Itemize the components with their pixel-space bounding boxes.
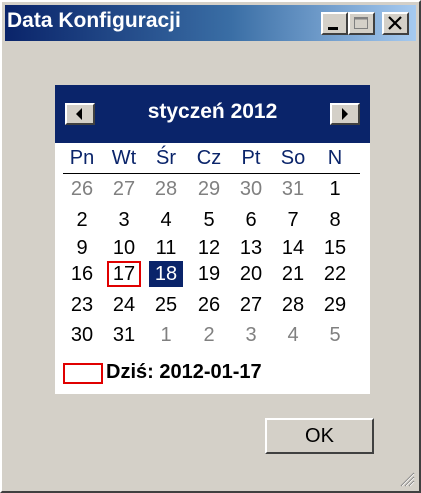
next-month-button[interactable]: [330, 103, 360, 125]
calendar-day[interactable]: 2: [65, 207, 99, 233]
right-arrow-icon: [342, 108, 348, 120]
calendar-day[interactable]: 30: [65, 322, 99, 348]
calendar-day[interactable]: 17: [107, 261, 141, 287]
weekday-label: N: [327, 147, 343, 169]
today-marker-legend: [63, 363, 103, 384]
calendar-day[interactable]: 23: [65, 292, 99, 318]
dialog-window: Data Konfiguracji styczeń 2012 Pn Wt Śr …: [0, 0, 421, 493]
calendar-day[interactable]: 21: [276, 261, 310, 287]
weekday-label: Cz: [196, 147, 222, 169]
calendar-day[interactable]: 29: [192, 176, 226, 202]
calendar-day[interactable]: 3: [234, 322, 268, 348]
calendar-day[interactable]: 11: [149, 235, 183, 261]
calendar-day[interactable]: 4: [276, 322, 310, 348]
calendar-day[interactable]: 1: [318, 176, 352, 202]
calendar-day[interactable]: 28: [149, 176, 183, 202]
weekday-label: Pn: [69, 147, 95, 169]
calendar-day[interactable]: 31: [276, 176, 310, 202]
calendar-day[interactable]: 1: [149, 322, 183, 348]
calendar-day[interactable]: 30: [234, 176, 268, 202]
calendar-day[interactable]: 18: [149, 261, 183, 287]
weekday-label: Pt: [241, 147, 261, 169]
minimize-icon: [328, 27, 338, 30]
calendar-day[interactable]: 4: [149, 207, 183, 233]
calendar-day[interactable]: 29: [318, 292, 352, 318]
weekday-label: So: [280, 147, 306, 169]
calendar-day[interactable]: 5: [192, 207, 226, 233]
month-label: styczeń 2012: [147, 100, 278, 123]
calendar-day[interactable]: 12: [192, 235, 226, 261]
calendar-day[interactable]: 31: [107, 322, 141, 348]
maximize-button[interactable]: [348, 12, 375, 35]
calendar-day[interactable]: 8: [318, 207, 352, 233]
calendar-day[interactable]: 10: [107, 235, 141, 261]
calendar-day[interactable]: 6: [234, 207, 268, 233]
calendar-day[interactable]: 27: [107, 176, 141, 202]
calendar-day[interactable]: 26: [192, 292, 226, 318]
calendar-day[interactable]: 9: [65, 235, 99, 261]
close-icon: [388, 16, 402, 30]
calendar-day[interactable]: 25: [149, 292, 183, 318]
title-bar[interactable]: Data Konfiguracji: [5, 5, 416, 41]
calendar-day[interactable]: 5: [318, 322, 352, 348]
calendar-header: styczeń 2012: [55, 85, 370, 143]
weekday-label: Wt: [111, 147, 137, 169]
calendar-day[interactable]: 27: [234, 292, 268, 318]
weekday-label: Śr: [156, 147, 176, 169]
calendar-day[interactable]: 7: [276, 207, 310, 233]
today-label[interactable]: Dziś: 2012-01-17: [106, 361, 262, 384]
calendar-day[interactable]: 24: [107, 292, 141, 318]
calendar-day[interactable]: 16: [65, 261, 99, 287]
calendar-day[interactable]: 28: [276, 292, 310, 318]
resize-grip-icon[interactable]: [399, 471, 415, 487]
calendar-day[interactable]: 20: [234, 261, 268, 287]
calendar-day[interactable]: 26: [65, 176, 99, 202]
minimize-button[interactable]: [321, 12, 348, 35]
window-title: Data Konfiguracji: [7, 9, 181, 32]
close-button[interactable]: [382, 12, 409, 35]
calendar-day[interactable]: 19: [192, 261, 226, 287]
calendar-day[interactable]: 15: [318, 235, 352, 261]
maximize-icon: [354, 17, 368, 29]
calendar: styczeń 2012 Pn Wt Śr Cz Pt So N 26 27 28 29 30 31 1…: [55, 85, 370, 394]
calendar-day[interactable]: 22: [318, 261, 352, 287]
calendar-day[interactable]: 3: [107, 207, 141, 233]
ok-button[interactable]: OK: [265, 418, 374, 454]
calendar-day[interactable]: 13: [234, 235, 268, 261]
weekday-divider: [63, 173, 360, 174]
calendar-day[interactable]: 14: [276, 235, 310, 261]
calendar-day[interactable]: 2: [192, 322, 226, 348]
